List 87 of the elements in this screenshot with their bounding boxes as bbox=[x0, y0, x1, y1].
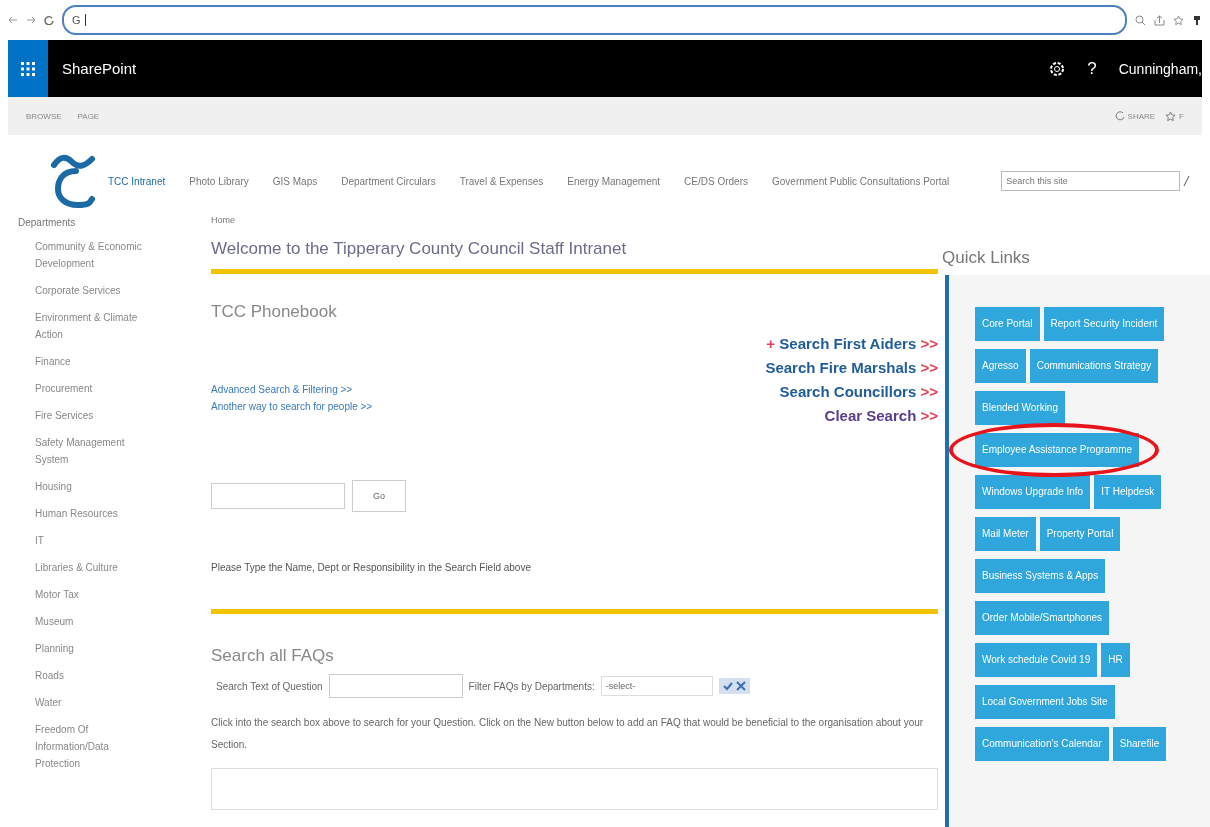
quick-link-button[interactable]: Core Portal bbox=[975, 307, 1040, 341]
nav-link[interactable]: Travel & Expenses bbox=[459, 175, 544, 187]
close-icon[interactable] bbox=[735, 681, 746, 691]
phonebook-search-field[interactable] bbox=[211, 483, 345, 509]
quick-link-button[interactable]: Sharefile bbox=[1112, 727, 1167, 761]
hint-text: Please Type the Name, Dept or Responsibility in the Search Field above bbox=[211, 562, 532, 573]
reload-icon[interactable] bbox=[44, 15, 54, 25]
quick-link-button[interactable]: Mail Meter bbox=[975, 517, 1036, 551]
google-icon: G bbox=[72, 14, 81, 26]
sidebar-link[interactable]: Roads bbox=[18, 667, 155, 684]
quick-link-button[interactable]: HR bbox=[1101, 643, 1130, 677]
go-button[interactable]: Go bbox=[352, 480, 406, 512]
app-name[interactable]: SharePoint bbox=[62, 60, 137, 77]
quick-link-button[interactable]: Business Systems & Apps bbox=[975, 559, 1106, 593]
ribbon-tab[interactable]: PAGE bbox=[77, 111, 100, 121]
waffle-icon bbox=[21, 61, 35, 76]
settings-icon[interactable] bbox=[1049, 60, 1066, 77]
section-title: TCC Phonebook bbox=[211, 302, 338, 322]
quick-link-button[interactable]: Local Government Jobs Site bbox=[975, 685, 1115, 719]
quick-link-button[interactable]: Order Mobile/Smartphones bbox=[975, 601, 1110, 635]
quick-link-button[interactable]: Communication's Calendar bbox=[975, 727, 1109, 761]
quick-link-button[interactable]: Report Security Incident bbox=[1043, 307, 1165, 341]
forward-icon[interactable] bbox=[26, 15, 36, 25]
nav-link[interactable]: CE/DS Orders bbox=[684, 175, 748, 187]
quick-link-button[interactable]: IT Helpdesk bbox=[1094, 475, 1162, 509]
search-link[interactable]: Advanced Search & Filtering >> bbox=[211, 384, 373, 395]
logo-icon[interactable] bbox=[50, 153, 96, 209]
nav-link[interactable]: Government Public Consultations Portal bbox=[772, 175, 950, 187]
search-link[interactable]: Search Fire Marshals >> bbox=[765, 356, 938, 380]
help-button[interactable]: ? bbox=[1087, 58, 1097, 79]
share-icon[interactable] bbox=[1154, 14, 1165, 26]
search-link[interactable]: Search Councillors >> bbox=[765, 380, 938, 404]
extension-icon[interactable] bbox=[1192, 14, 1202, 26]
field-label: Filter FAQs by Departments: bbox=[468, 680, 595, 692]
department-dropdown[interactable]: -select- bbox=[600, 676, 713, 696]
site-search-field[interactable]: Search this site bbox=[1001, 171, 1181, 191]
star-icon bbox=[1165, 110, 1177, 122]
nav-link[interactable]: Energy Management bbox=[567, 175, 661, 187]
search-link[interactable]: + Search First Aiders >> bbox=[765, 332, 938, 356]
section-title: Quick Links bbox=[942, 248, 1031, 268]
search-link[interactable]: Clear Search >> bbox=[765, 404, 938, 428]
sidebar-link[interactable]: Procurement bbox=[18, 380, 155, 397]
ribbon-tab[interactable]: BROWSE bbox=[26, 111, 62, 121]
field-label: Search Text of Question bbox=[216, 680, 323, 692]
check-icon[interactable] bbox=[722, 681, 733, 691]
quick-link-button[interactable]: Windows Upgrade Info bbox=[975, 475, 1091, 509]
quick-link-button[interactable]: Property Portal bbox=[1039, 517, 1121, 551]
sidebar-link[interactable]: Safety Management System bbox=[18, 434, 155, 468]
sidebar-link[interactable]: Housing bbox=[18, 478, 155, 495]
nav-link[interactable]: TCC Intranet bbox=[108, 175, 166, 187]
user-name[interactable]: Cunningham, bbox=[1118, 60, 1202, 77]
sidebar-link[interactable]: Libraries & Culture bbox=[18, 559, 155, 576]
ribbon-action[interactable]: SHARE bbox=[1114, 110, 1156, 122]
question-search-field[interactable] bbox=[328, 674, 463, 698]
zoom-icon[interactable] bbox=[1135, 14, 1146, 26]
quick-link-button[interactable]: Work schedule Covid 19 bbox=[975, 643, 1098, 677]
nav-link[interactable]: Photo Library bbox=[189, 175, 249, 187]
search-link[interactable]: Another way to search for people >> bbox=[211, 401, 373, 412]
sidebar-heading: Departments bbox=[18, 217, 77, 228]
quick-link-button[interactable]: Agresso bbox=[975, 349, 1026, 383]
quick-link-button[interactable]: Blended Working bbox=[975, 391, 1065, 425]
section-title: Search all FAQs bbox=[211, 646, 335, 666]
star-icon[interactable] bbox=[1173, 14, 1184, 26]
description-text: Click into the search box above to search for your Question. Click on the New button below to add an FAQ that would be beneficial to the organisation about your Section. bbox=[211, 716, 925, 752]
sidebar-link[interactable]: Human Resources bbox=[18, 505, 155, 522]
share-icon bbox=[1114, 111, 1125, 121]
ribbon-action[interactable]: F bbox=[1165, 110, 1184, 122]
nav-link[interactable]: Department Circulars bbox=[341, 175, 436, 187]
sidebar-link[interactable]: Corporate Services bbox=[18, 282, 155, 299]
quick-link-button[interactable]: Employee Assistance Programme bbox=[975, 433, 1140, 467]
sidebar-link[interactable]: Motor Tax bbox=[18, 586, 155, 603]
breadcrumb-link[interactable]: Home bbox=[211, 215, 938, 225]
sidebar-link[interactable]: Environment & Climate Action bbox=[18, 309, 155, 343]
back-icon[interactable] bbox=[8, 15, 18, 25]
sidebar-link[interactable]: Water bbox=[18, 694, 155, 711]
app-launcher-button[interactable] bbox=[8, 40, 48, 97]
sidebar-link[interactable]: Community & Economic Development bbox=[18, 238, 155, 272]
sidebar-link[interactable]: Planning bbox=[18, 640, 155, 657]
page-title: Welcome to the Tipperary County Council Staff Intranet bbox=[211, 239, 628, 259]
sidebar-link[interactable]: Finance bbox=[18, 353, 155, 370]
address-field[interactable]: G bbox=[62, 5, 1127, 35]
sidebar-link[interactable]: IT bbox=[18, 532, 155, 549]
nav-link[interactable]: GIS Maps bbox=[272, 175, 318, 187]
quick-link-button[interactable]: Communications Strategy bbox=[1029, 349, 1159, 383]
sidebar-link[interactable]: Fire Services bbox=[18, 407, 155, 424]
sidebar-link[interactable]: Museum bbox=[18, 613, 155, 630]
sidebar-link[interactable]: Freedom Of Information/Data Protection bbox=[18, 721, 155, 772]
